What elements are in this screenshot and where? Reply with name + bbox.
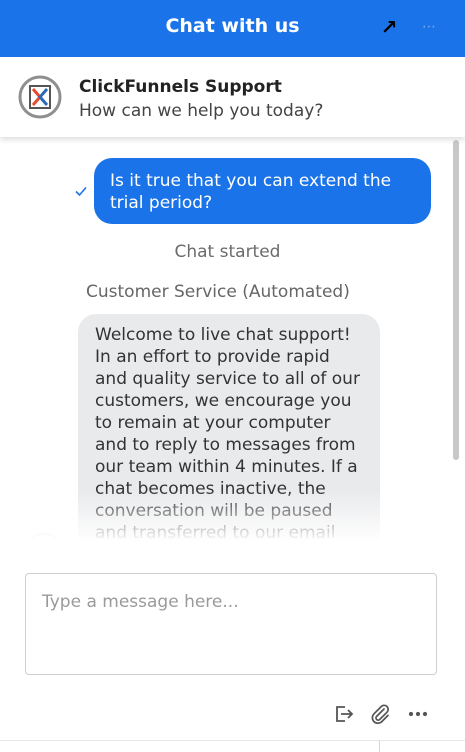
composer: Type a message here... <box>0 540 465 752</box>
clickfunnels-logo <box>18 75 62 119</box>
bottom-tick <box>379 741 380 752</box>
bottom-divider <box>0 740 465 741</box>
ellipsis-icon[interactable] <box>406 702 430 726</box>
more-menu-icon[interactable]: ⋯ <box>418 14 440 40</box>
agent-tagline: How can we help you today? <box>79 101 324 121</box>
exit-icon[interactable] <box>331 702 355 726</box>
agent-name: ClickFunnels Support <box>79 77 282 97</box>
paperclip-icon[interactable] <box>368 702 392 726</box>
scrollbar[interactable] <box>453 140 459 460</box>
message-input[interactable]: Type a message here... <box>25 573 437 675</box>
chat-started-note: Chat started <box>174 242 281 262</box>
transcript-fade <box>0 490 465 542</box>
expand-icon[interactable]: ↗ <box>378 14 400 40</box>
user-message: Is it true that you can extend the trial… <box>94 158 431 224</box>
agent-sender-label: Customer Service (Automated) <box>86 282 350 302</box>
agent-header: ClickFunnels Support How can we help you… <box>0 57 465 137</box>
title-bar: Chat with us ↗ ⋯ <box>0 0 465 57</box>
check-icon <box>75 186 87 197</box>
